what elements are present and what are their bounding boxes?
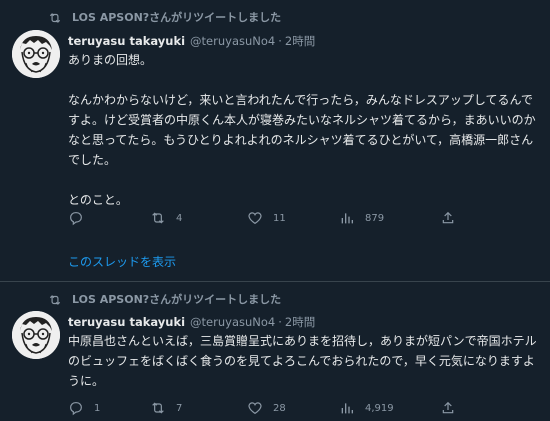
retweet-label[interactable]: LOS APSON?さんがリツイートしました: [72, 291, 281, 307]
reply-button[interactable]: [68, 208, 94, 228]
header-separator: ·: [278, 34, 282, 48]
retweet-indicator: LOS APSON?さんがリツイートしました: [48, 291, 281, 307]
retweet-count: 7: [176, 402, 183, 414]
tweet-text: ありまの回想。 なんかわからないけど，来いと言われたんで行ったら，みんなドレスア…: [68, 53, 536, 207]
like-icon: [248, 212, 262, 225]
retweet-icon: [48, 10, 62, 24]
tweet-time[interactable]: 2時間: [285, 33, 315, 49]
like-icon: [248, 402, 262, 415]
author-name[interactable]: teruyasu takayuki: [68, 315, 185, 329]
view-count: 4,919: [365, 402, 394, 414]
reply-button[interactable]: 1: [68, 398, 100, 418]
share-button[interactable]: [440, 208, 456, 228]
author-handle[interactable]: @teruyasuNo4: [190, 315, 275, 329]
retweet-label[interactable]: LOS APSON?さんがリツイートしました: [72, 9, 281, 25]
retweet-button[interactable]: 7: [150, 398, 182, 418]
avatar[interactable]: [12, 311, 60, 359]
like-count: 28: [273, 402, 286, 414]
author-handle[interactable]: @teruyasuNo4: [190, 34, 275, 48]
views-button[interactable]: 879: [339, 208, 384, 228]
views-icon: [341, 403, 353, 414]
tweet-header: teruyasu takayuki @teruyasuNo4 · 2時間: [68, 33, 315, 49]
view-count: 879: [365, 212, 385, 224]
tweet-time[interactable]: 2時間: [285, 314, 315, 330]
tweet-2[interactable]: LOS APSON?さんがリツイートしました teruyasu takayuki…: [0, 282, 550, 421]
share-icon: [442, 211, 454, 224]
retweet-icon: [48, 292, 62, 306]
share-button[interactable]: [440, 398, 456, 418]
tweet-text: 中原昌也さんといえば，三島賞贈呈式にありまを招待し，ありまが短パンで帝国ホテルの…: [68, 334, 537, 388]
action-bar: 4 11 879: [62, 208, 482, 228]
reply-count: 1: [94, 402, 101, 414]
like-count: 11: [273, 212, 286, 224]
header-separator: ·: [278, 315, 282, 329]
show-thread-link[interactable]: このスレッドを表示: [68, 253, 176, 270]
action-bar: 1 7 28 4,919: [62, 398, 482, 418]
tweet-header: teruyasu takayuki @teruyasuNo4 · 2時間: [68, 314, 315, 330]
avatar[interactable]: [12, 30, 60, 78]
like-button[interactable]: 28: [247, 398, 286, 418]
share-icon: [442, 401, 454, 414]
retweet-icon: [152, 212, 164, 224]
reply-icon: [70, 212, 82, 226]
author-name[interactable]: teruyasu takayuki: [68, 34, 185, 48]
reply-icon: [70, 402, 82, 416]
views-button[interactable]: 4,919: [339, 398, 394, 418]
views-icon: [341, 213, 353, 224]
tweet-1[interactable]: LOS APSON?さんがリツイートしました teruyasu takayuki…: [0, 0, 550, 281]
retweet-icon: [152, 402, 164, 414]
retweet-indicator: LOS APSON?さんがリツイートしました: [48, 9, 281, 25]
like-button[interactable]: 11: [247, 208, 286, 228]
retweet-count: 4: [176, 212, 183, 224]
retweet-button[interactable]: 4: [150, 208, 182, 228]
